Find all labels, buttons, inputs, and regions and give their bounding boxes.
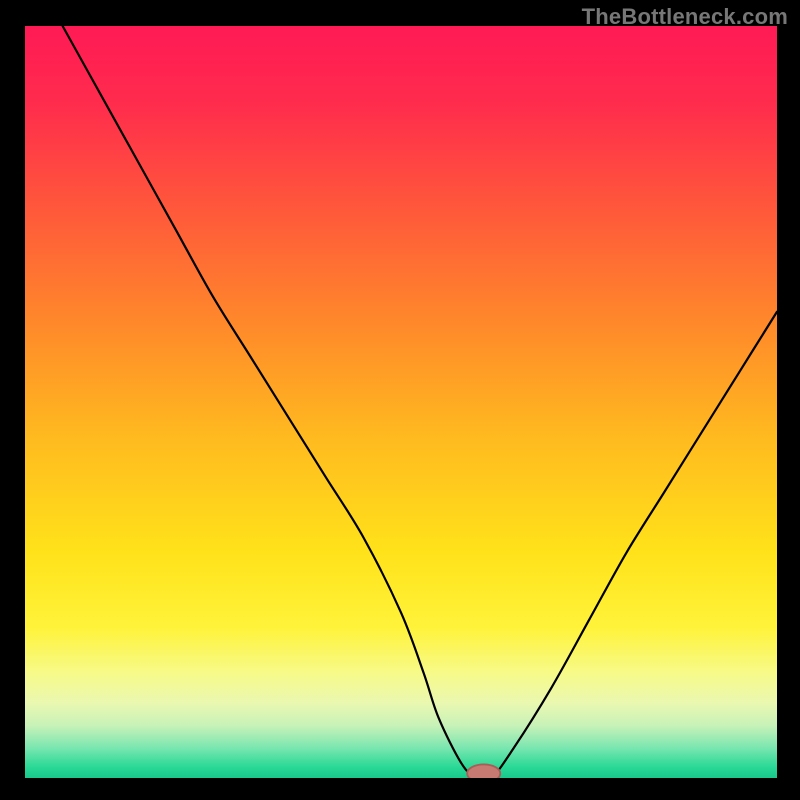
optimal-marker — [467, 764, 500, 778]
plot-area — [25, 26, 777, 778]
chart-svg — [25, 26, 777, 778]
chart-frame: TheBottleneck.com — [0, 0, 800, 800]
gradient-background — [25, 26, 777, 778]
watermark-text: TheBottleneck.com — [582, 4, 788, 30]
